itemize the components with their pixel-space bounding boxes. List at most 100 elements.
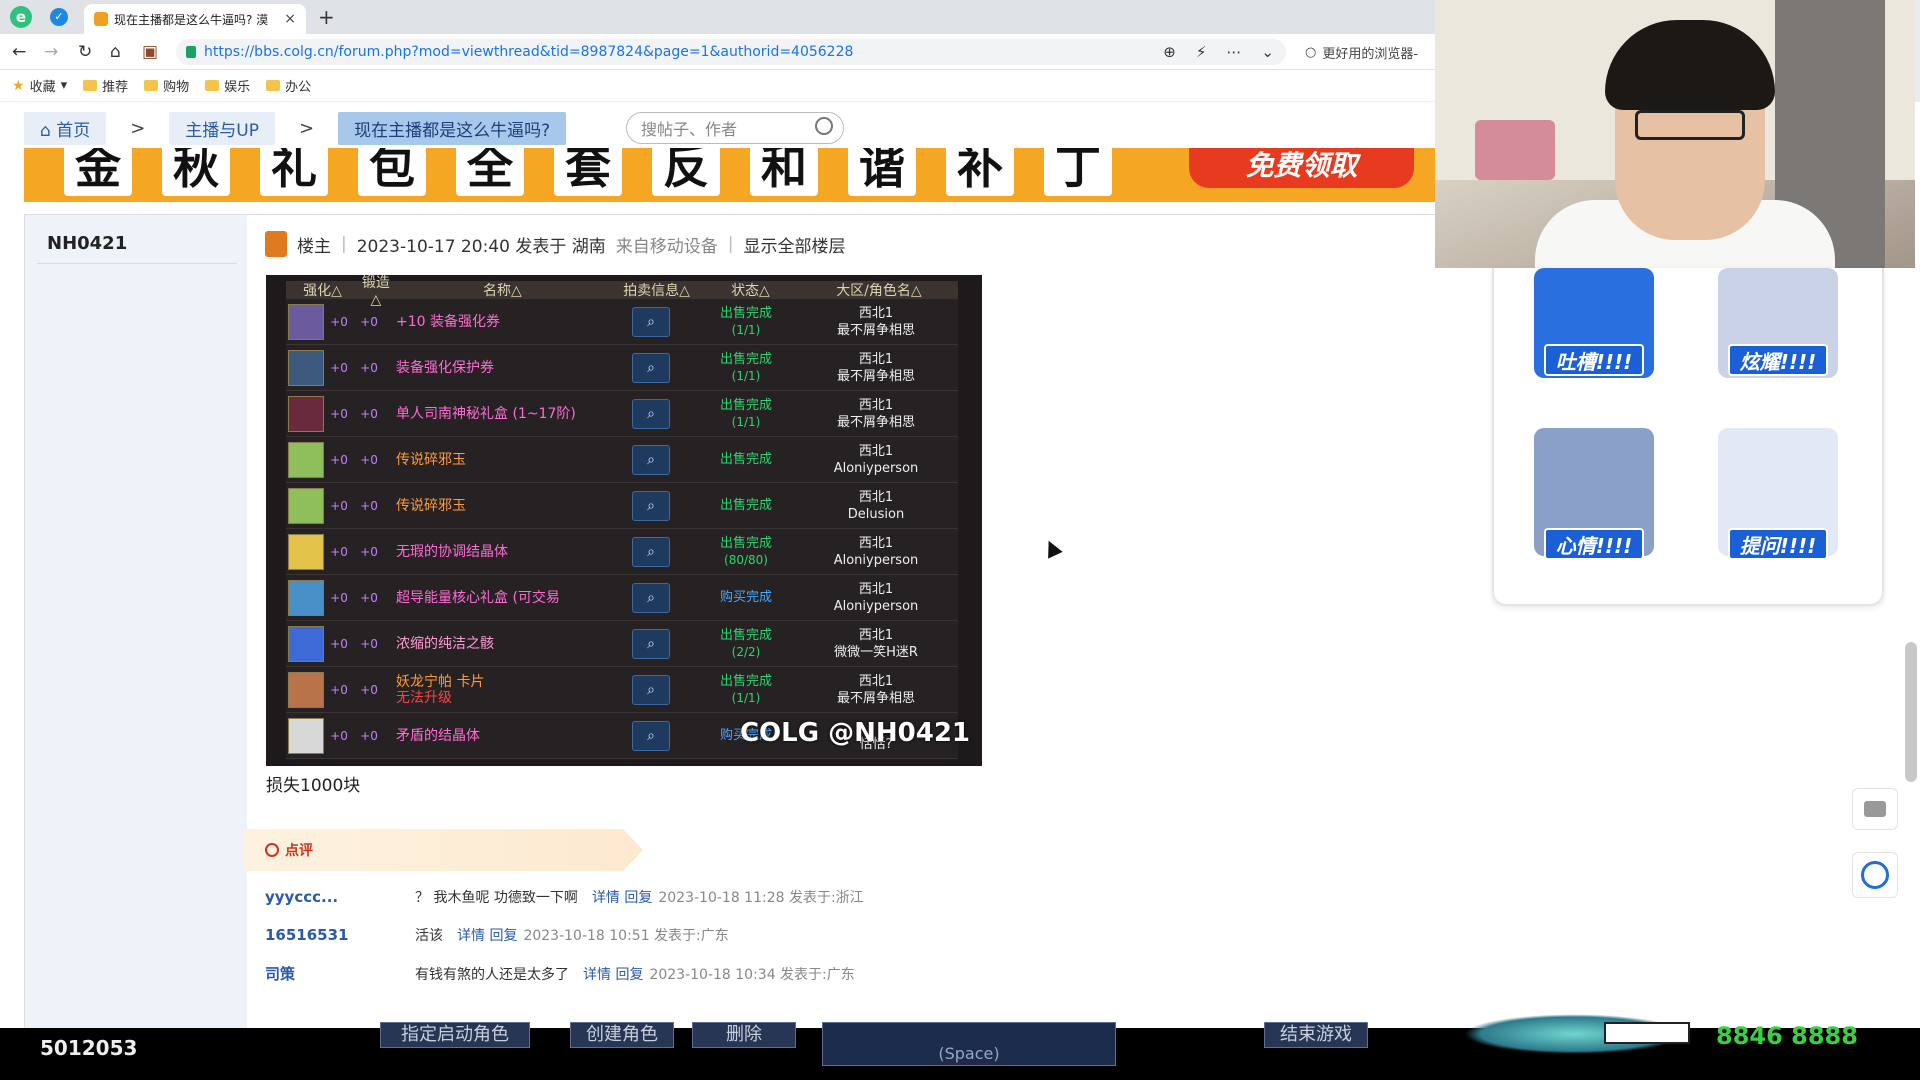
folder-icon bbox=[266, 80, 281, 91]
bookmark-folder[interactable]: 购物 bbox=[144, 76, 189, 95]
search-icon[interactable]: ⌕ bbox=[632, 720, 670, 751]
table-header-cell[interactable]: 状态△ bbox=[701, 280, 800, 300]
sticker-show-off[interactable]: 炫耀!!!! bbox=[1708, 268, 1848, 418]
banner-text: 金秋礼包全套反和谐补丁 bbox=[64, 148, 1112, 196]
bookmark-folder[interactable]: 推荐 bbox=[83, 76, 128, 95]
more-icon[interactable]: ⋯ bbox=[1226, 43, 1241, 61]
create-role-button[interactable]: 创建角色 bbox=[570, 1022, 674, 1048]
item-name: 装备强化保护券 bbox=[396, 359, 494, 376]
forge-level: +0 bbox=[360, 590, 378, 605]
tab-close-icon[interactable]: × bbox=[284, 11, 296, 27]
breadcrumb-home[interactable]: ⌂ 首页 bbox=[24, 111, 107, 145]
item-icon bbox=[288, 349, 324, 386]
table-header-cell[interactable]: 名称△ bbox=[393, 280, 612, 300]
trade-state: 购买完成 bbox=[719, 589, 772, 605]
breadcrumb-section[interactable]: 主播与UP bbox=[169, 111, 275, 145]
active-tab[interactable]: 现在主播都是这么牛逼吗? 漠 × bbox=[84, 4, 306, 34]
comment-user[interactable]: yyyccc... bbox=[265, 888, 415, 906]
enhance-level: +0 bbox=[330, 544, 348, 559]
chat-button[interactable] bbox=[1852, 788, 1898, 830]
forward-icon[interactable]: → bbox=[44, 42, 58, 62]
forum-search-input[interactable]: 搜帖子、作者 bbox=[626, 112, 844, 144]
lightning-icon[interactable]: ⚡ bbox=[1196, 43, 1207, 61]
space-hotkey-label: (Space) bbox=[938, 1044, 1000, 1063]
chevron-down-icon[interactable]: ⌄ bbox=[1261, 43, 1274, 61]
bookmarks-bar: ★ 收藏 ▾ 推荐 购物 娱乐 办公 bbox=[0, 70, 1435, 102]
search-icon[interactable]: ⌕ bbox=[632, 674, 670, 705]
table-header-cell[interactable]: 锻造△ bbox=[359, 272, 393, 308]
comment-actions[interactable]: 详情 回复 bbox=[583, 964, 643, 984]
sticker-mood[interactable]: 心情!!!! bbox=[1524, 418, 1664, 568]
comment-text: 活该 bbox=[415, 928, 443, 944]
enhance-level: +0 bbox=[330, 682, 348, 697]
show-all-floors-link[interactable]: 显示全部楼层 bbox=[743, 232, 845, 257]
search-icon[interactable]: ⌕ bbox=[632, 398, 670, 429]
start-game-button[interactable]: (Space) bbox=[822, 1022, 1116, 1066]
trade-state: 出售完成 (2/2) bbox=[719, 627, 772, 659]
enhance-level: +0 bbox=[330, 314, 348, 329]
pinned-tab-icon[interactable]: ✓ bbox=[50, 8, 68, 26]
refresh-float-button[interactable] bbox=[1852, 852, 1898, 898]
bookmark-folder[interactable]: 娱乐 bbox=[205, 76, 250, 95]
table-header-cell[interactable]: 拍卖信息△ bbox=[612, 280, 701, 300]
sticker-panel: 吐槽!!!! 炫耀!!!! 心情!!!! 提问!!!! bbox=[1492, 268, 1884, 606]
item-name: +10 装备强化券 bbox=[396, 313, 500, 330]
comment-actions[interactable]: 详情 回复 bbox=[457, 925, 517, 945]
bookmark-folder[interactable]: 办公 bbox=[266, 76, 311, 95]
table-row: +0 +0 传说碎邪玉 ⌕ 出售完成 西北1 Aloniyperson bbox=[286, 437, 958, 483]
rating-button[interactable]: 点评 bbox=[243, 829, 643, 871]
post-image-auction-log[interactable]: 强化△ 锻造△ 名称△ 拍卖信息△ 状态△ 大区/角色名△ +0 +0 +10 装备强化券 ⌕ 出… bbox=[266, 275, 982, 766]
forge-level: +0 bbox=[360, 728, 378, 743]
set-start-role-button[interactable]: 指定启动角色 bbox=[380, 1022, 530, 1048]
trade-state: 出售完成 (1/1) bbox=[719, 673, 772, 705]
bookmark-favorites[interactable]: ★ 收藏 ▾ bbox=[12, 76, 67, 96]
author-name[interactable]: NH0421 bbox=[47, 233, 127, 254]
search-icon[interactable]: ⌕ bbox=[632, 628, 670, 659]
banner-char: 全 bbox=[456, 148, 524, 196]
post-time: 2023-10-17 20:40 发表于 湖南 bbox=[356, 236, 606, 257]
sticker-roast[interactable]: 吐槽!!!! bbox=[1524, 268, 1664, 418]
trade-state: 出售完成 bbox=[719, 497, 772, 513]
sticker-question[interactable]: 提问!!!! bbox=[1708, 418, 1848, 568]
enhance-level: +0 bbox=[330, 498, 348, 513]
server-role: 西北1 最不屑争相思 bbox=[836, 397, 915, 430]
search-icon[interactable]: ⌕ bbox=[632, 306, 670, 337]
qr-code bbox=[1604, 1022, 1690, 1044]
back-icon[interactable]: ← bbox=[12, 42, 26, 62]
search-icon[interactable]: ⌕ bbox=[632, 490, 670, 521]
zoom-icon[interactable]: ⊕ bbox=[1163, 43, 1176, 61]
item-icon bbox=[288, 303, 324, 340]
search-icon[interactable]: ⌕ bbox=[632, 536, 670, 567]
refresh-icon bbox=[1861, 861, 1889, 889]
browser-search[interactable]: ○ 更好用的浏览器- bbox=[1305, 43, 1418, 62]
trade-state: 出售完成 (1/1) bbox=[719, 351, 772, 383]
comment-actions[interactable]: 详情 回复 bbox=[592, 887, 652, 907]
url-field[interactable]: https://bbs.colg.cn/forum.php?mod=viewth… bbox=[176, 39, 1286, 65]
banner-claim-button[interactable]: 免费领取 bbox=[1189, 148, 1414, 188]
item-icon bbox=[288, 441, 324, 478]
table-header-cell[interactable]: 大区/角色名△ bbox=[800, 280, 958, 300]
comment-user[interactable]: 16516531 bbox=[265, 926, 415, 944]
trade-state: 出售完成 (1/1) bbox=[719, 305, 772, 337]
briefcase-icon[interactable]: ▣ bbox=[142, 42, 158, 62]
comment-item: 司策 有钱有煞的人还是太多了 详情 回复 2023-10-18 10:34 发表于:广… bbox=[265, 963, 855, 984]
browser-logo-icon[interactable]: e bbox=[10, 6, 32, 28]
delete-role-button[interactable]: 删除 bbox=[692, 1022, 796, 1048]
breadcrumb-thread[interactable]: 现在主播都是这么牛逼吗? bbox=[338, 111, 567, 145]
reload-icon[interactable]: ↻ bbox=[78, 42, 92, 62]
new-tab-button[interactable]: + bbox=[318, 5, 335, 29]
promo-banner[interactable]: 金秋礼包全套反和谐补丁 免费领取 bbox=[24, 148, 1435, 202]
exit-game-button[interactable]: 结束游戏 bbox=[1264, 1022, 1368, 1048]
forge-level: +0 bbox=[360, 544, 378, 559]
search-icon[interactable]: ⌕ bbox=[632, 444, 670, 475]
search-icon[interactable]: ⌕ bbox=[632, 582, 670, 613]
home-icon[interactable]: ⌂ bbox=[110, 42, 121, 62]
table-header-cell[interactable]: 强化△ bbox=[286, 280, 359, 300]
page-scrollbar[interactable] bbox=[1905, 642, 1917, 782]
viewer-id: 5012053 bbox=[40, 1036, 138, 1060]
ring-icon bbox=[265, 843, 279, 857]
search-icon[interactable]: ⌕ bbox=[632, 352, 670, 383]
forge-level: +0 bbox=[360, 452, 378, 467]
comment-user[interactable]: 司策 bbox=[265, 963, 415, 984]
search-icon[interactable] bbox=[815, 117, 833, 135]
